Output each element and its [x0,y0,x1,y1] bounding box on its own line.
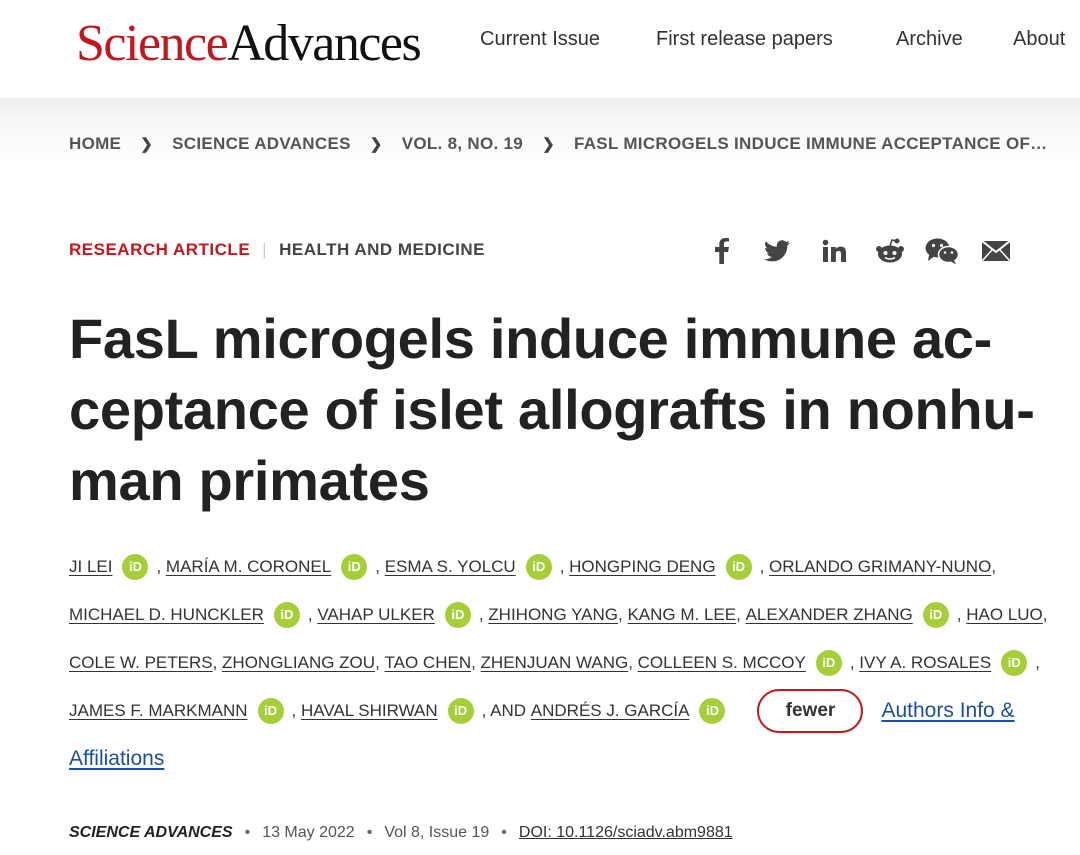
orcid-icon[interactable]: iD [699,698,726,724]
breadcrumb-current: FASL MICROGELS INDUCE IMMUNE ACCEPTANCE … [573,133,1048,153]
orcid-icon[interactable]: iD [815,650,842,676]
author-link[interactable]: ANDRÉS J. GARCÍA [531,701,690,721]
nav-current-issue[interactable]: Current Issue [480,28,600,51]
author-link[interactable]: COLLEEN S. MCCOY [638,653,806,673]
author-link[interactable]: MICHAEL D. HUNCKLER [69,605,264,625]
author-link[interactable]: ORLANDO GRIMANY-NUNO [769,557,991,577]
author-row: JI LEI iD, MARÍA M. CORONEL iD, ESMA S. YO… [69,549,996,585]
author-row: JAMES F. MARKMANN iD, HAVAL SHIRWAN iD, AN… [69,689,1015,733]
author-row: Affiliations [69,741,164,777]
orcid-icon[interactable]: iD [122,554,149,580]
orcid-icon[interactable]: iD [725,554,752,580]
and-text: , AND [481,701,527,720]
title-line: ceptance of islet allografts in nonhu- [69,378,1035,441]
pub-date: 13 May 2022 [262,824,355,841]
breadcrumb-journal[interactable]: SCIENCE ADVANCES [172,134,351,154]
nav-archive[interactable]: Archive [896,28,963,51]
author-link[interactable]: ZHONGLIANG ZOU [222,653,375,673]
breadcrumb: HOME ❯ SCIENCE ADVANCES ❯ VOL. 8, NO. 19… [69,133,1047,154]
site-logo[interactable]: ScienceAdvances [76,14,422,74]
author-link[interactable]: JAMES F. MARKMANN [69,701,248,721]
twitter-icon[interactable] [760,234,794,268]
doi-link[interactable]: DOI: 10.1126/sciadv.abm9881 [519,824,733,841]
orcid-icon[interactable]: iD [257,698,284,724]
site-header: ScienceAdvances Current Issue First rele… [0,0,1080,98]
author-row: COLE W. PETERS, ZHONGLIANG ZOU, TAO CHEN… [69,645,1040,681]
volume-issue[interactable]: Vol 8, Issue 19 [384,824,489,841]
authors-info-link[interactable]: Authors Info & [881,699,1014,723]
orcid-icon[interactable]: iD [922,602,949,628]
author-link[interactable]: KANG M. LEE [627,605,736,625]
breadcrumb-home[interactable]: HOME [69,134,121,154]
author-link[interactable]: HAO LUO [966,605,1043,625]
chevron-right-icon: ❯ [542,135,555,153]
orcid-icon[interactable]: iD [1001,650,1028,676]
email-icon[interactable] [979,234,1013,268]
fewer-authors-button[interactable]: fewer [757,689,864,733]
article-subject[interactable]: HEALTH AND MEDICINE [279,240,485,259]
title-line: man primates [69,449,430,512]
logo-advances: Advances [227,15,422,72]
orcid-icon[interactable]: iD [444,602,471,628]
divider: | [262,240,268,259]
nav-first-release[interactable]: First release papers [656,28,833,51]
author-link[interactable]: COLE W. PETERS [69,653,213,673]
journal-name: SCIENCE ADVANCES [69,824,233,841]
orcid-icon[interactable]: iD [341,554,368,580]
author-link[interactable]: TAO CHEN [385,653,472,673]
breadcrumb-issue[interactable]: VOL. 8, NO. 19 [402,134,523,154]
article-meta: RESEARCH ARTICLE | HEALTH AND MEDICINE [69,240,485,260]
author-link[interactable]: ALEXANDER ZHANG [746,605,913,625]
nav-about[interactable]: About [1013,28,1065,51]
author-link[interactable]: ZHENJUAN WANG [481,653,629,673]
linkedin-icon[interactable] [817,234,851,268]
chevron-right-icon: ❯ [140,135,154,153]
title-line: FasL microgels induce immune ac- [69,307,992,370]
article-type[interactable]: RESEARCH ARTICLE [69,240,250,259]
logo-science: Science [76,15,229,72]
author-link[interactable]: MARÍA M. CORONEL [166,557,331,577]
chevron-right-icon: ❯ [369,135,383,153]
author-link[interactable]: HAVAL SHIRWAN [301,701,438,721]
orcid-icon[interactable]: iD [525,554,552,580]
citation-line: SCIENCE ADVANCES • 13 May 2022 • Vol 8, Issu… [69,824,733,841]
reddit-icon[interactable] [873,234,907,268]
orcid-icon[interactable]: iD [447,698,474,724]
article-title: FasL microgels induce immune ac- ceptanc… [69,303,1035,516]
orcid-icon[interactable]: iD [273,602,300,628]
author-link[interactable]: VAHAP ULKER [317,605,434,625]
author-link[interactable]: ZHIHONG YANG [488,605,618,625]
author-row: MICHAEL D. HUNCKLER iD, VAHAP ULKER iD, ZH… [69,597,1047,633]
wechat-icon[interactable] [925,234,959,268]
author-link[interactable]: HONGPING DENG [569,557,715,577]
facebook-icon[interactable] [705,234,739,268]
author-link[interactable]: ESMA S. YOLCU [385,557,516,577]
author-link[interactable]: IVY A. ROSALES [859,653,991,673]
author-link[interactable]: JI LEI [69,557,112,577]
affiliations-link[interactable]: Affiliations [69,747,164,771]
